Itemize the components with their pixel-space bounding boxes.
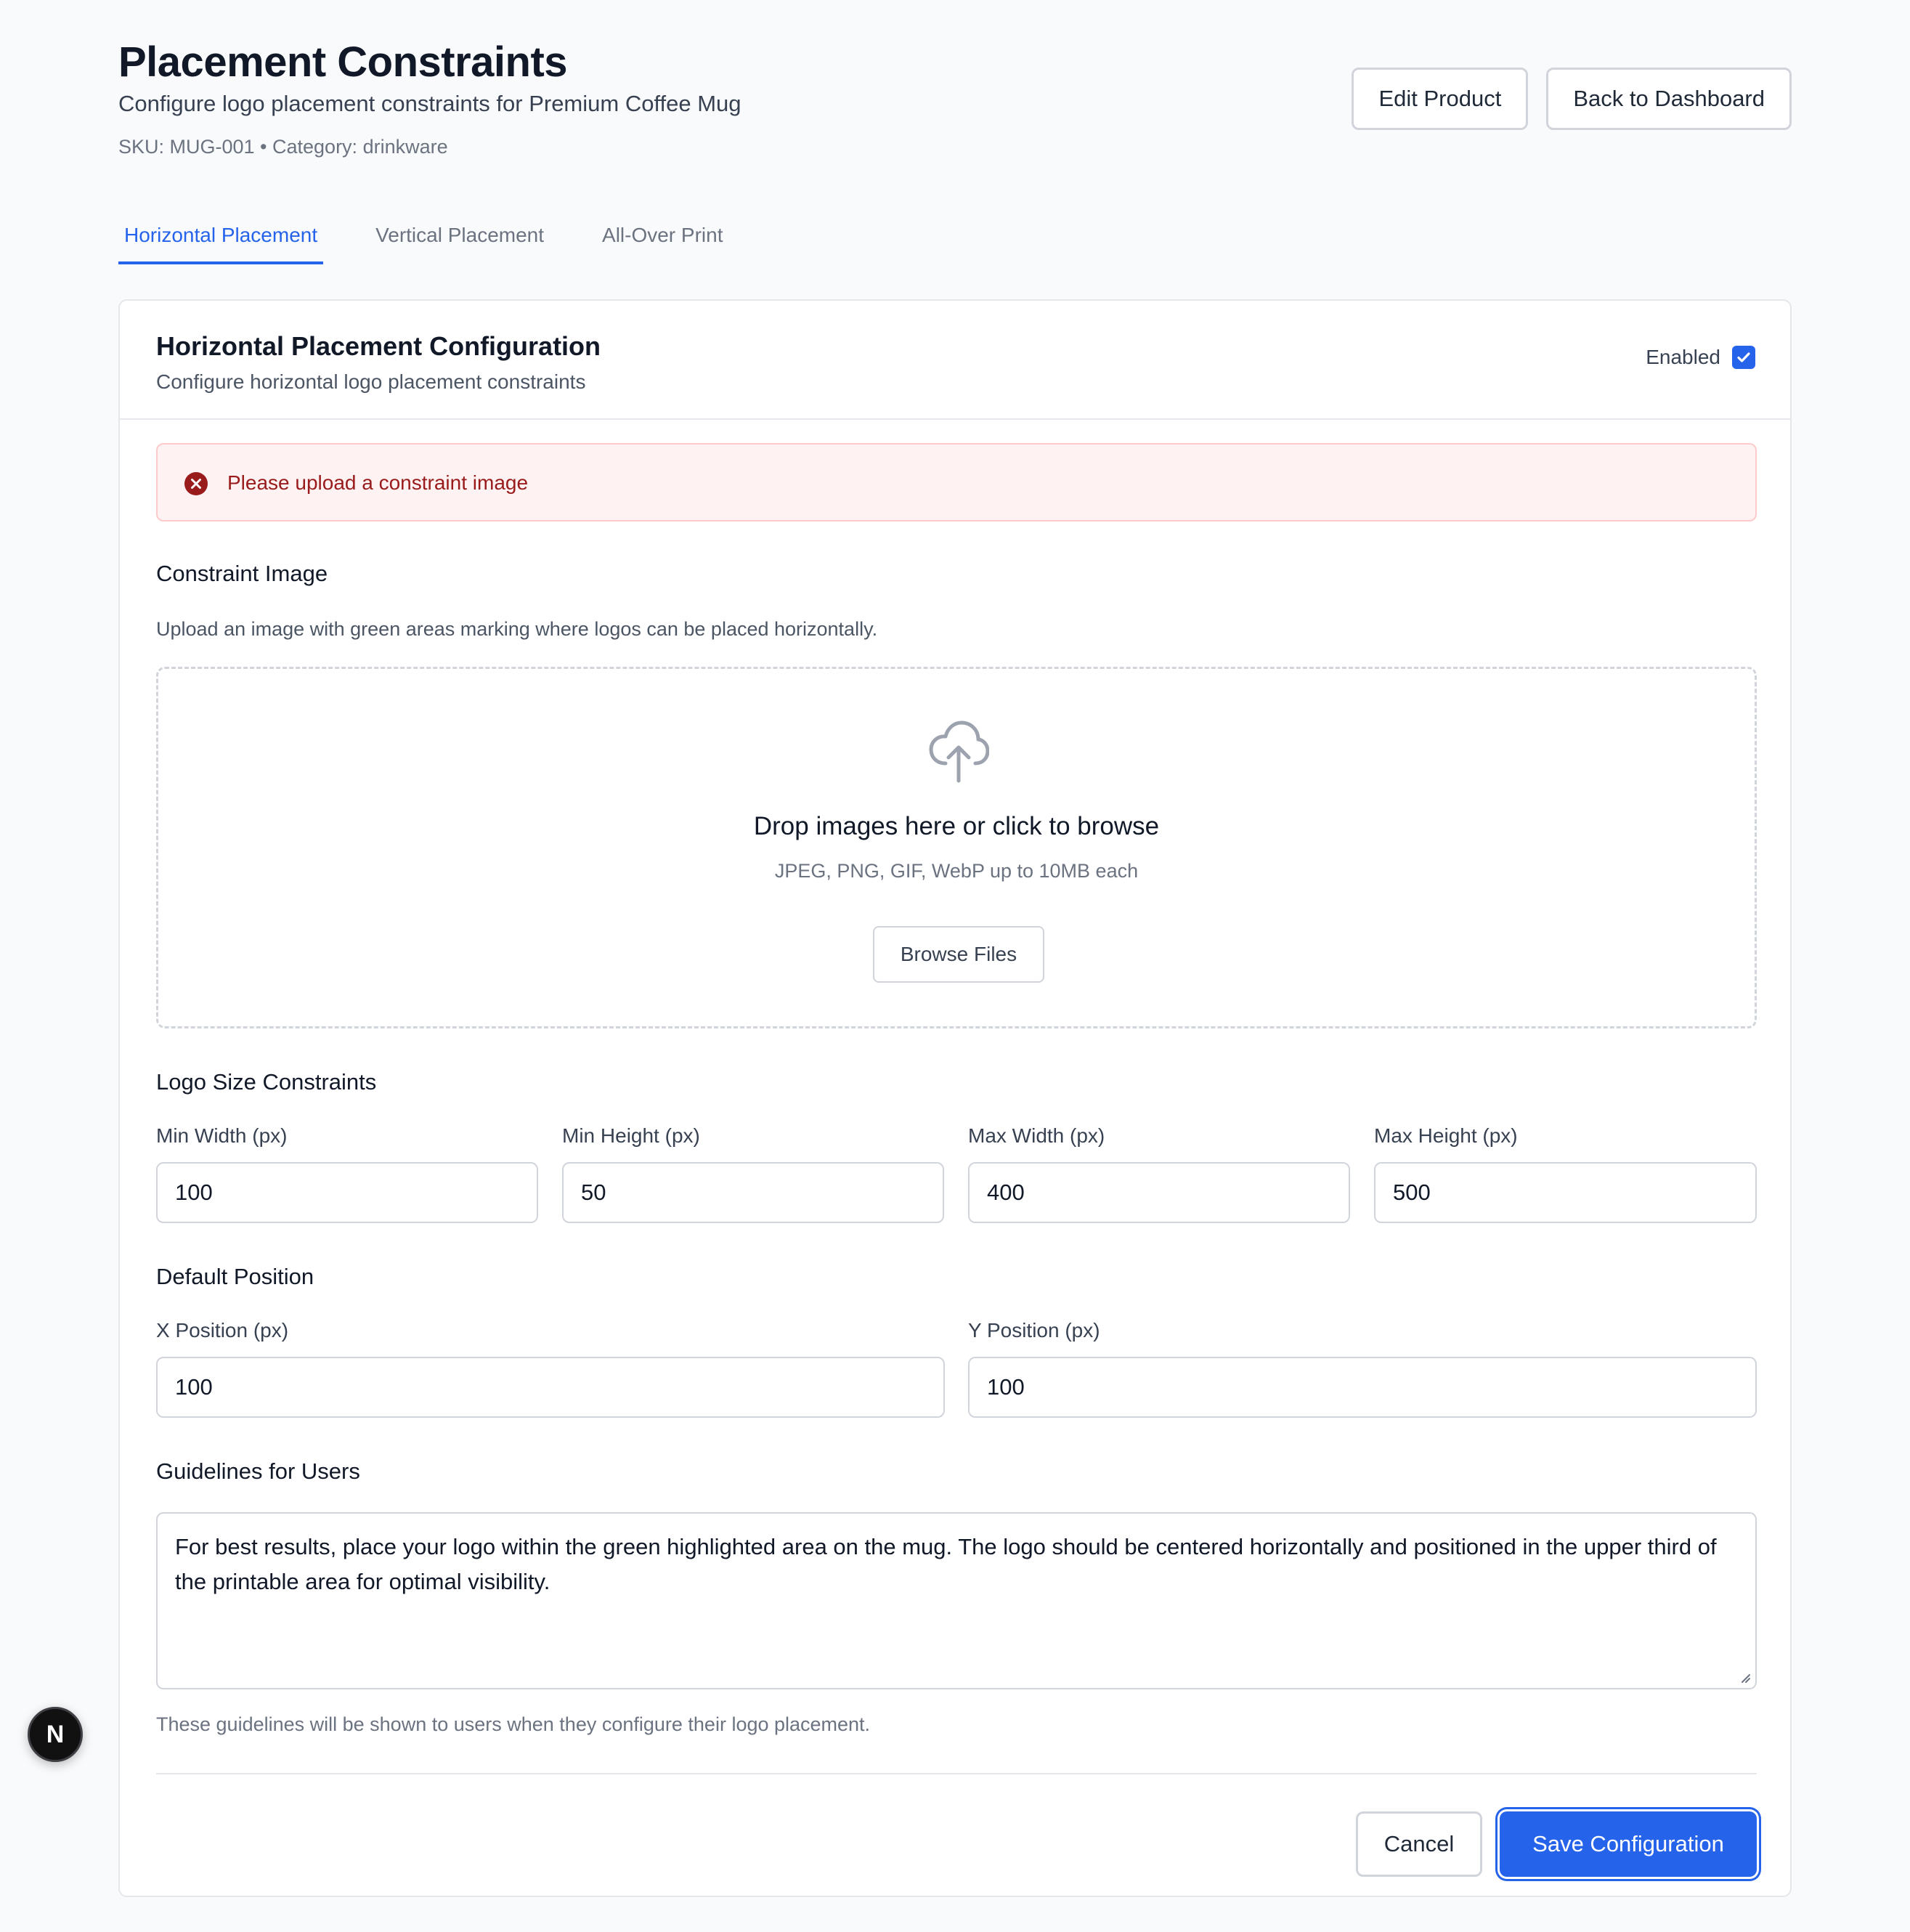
x-position-input[interactable]: 100	[156, 1357, 945, 1418]
guidelines-help: These guidelines will be shown to users …	[156, 1713, 871, 1735]
dropzone-file-types: JPEG, PNG, GIF, WebP up to 10MB each	[774, 860, 1139, 882]
card-title: Horizontal Placement Configuration	[156, 331, 601, 361]
constraint-image-help: Upload an image with green areas marking…	[156, 618, 878, 640]
error-message: Please upload a constraint image	[227, 471, 529, 494]
page-title: Placement Constraints	[118, 38, 568, 86]
page: Placement Constraints Configure logo pla…	[0, 0, 1910, 1932]
dropzone-title: Drop images here or click to browse	[753, 812, 1160, 840]
card-header: Horizontal Placement Configuration Confi…	[120, 301, 1790, 420]
browse-files-button[interactable]: Browse Files	[873, 926, 1044, 983]
max-height-label: Max Height (px)	[1374, 1124, 1518, 1147]
badge-letter: N	[46, 1720, 65, 1748]
page-header: Placement Constraints Configure logo pla…	[118, 33, 1792, 171]
min-width-input[interactable]: 100	[156, 1162, 538, 1223]
footer-divider	[156, 1773, 1757, 1774]
x-position-label: X Position (px)	[156, 1319, 289, 1342]
y-position-input[interactable]: 100	[968, 1357, 1757, 1418]
save-configuration-button[interactable]: Save Configuration	[1500, 1811, 1757, 1877]
y-position-label: Y Position (px)	[968, 1319, 1100, 1342]
resize-handle-icon[interactable]	[1738, 1671, 1751, 1684]
min-height-label: Min Height (px)	[562, 1124, 700, 1147]
max-width-label: Max Width (px)	[968, 1124, 1105, 1147]
guidelines-title: Guidelines for Users	[156, 1458, 360, 1484]
placement-tabs: Horizontal Placement Vertical Placement …	[118, 218, 775, 264]
min-width-label: Min Width (px)	[156, 1124, 288, 1147]
configuration-card: Horizontal Placement Configuration Confi…	[118, 299, 1792, 1897]
edit-product-button[interactable]: Edit Product	[1352, 68, 1529, 130]
cloud-upload-icon	[929, 721, 989, 783]
constraint-image-title: Constraint Image	[156, 561, 328, 586]
header-actions: Edit Product Back to Dashboard	[1352, 68, 1792, 130]
error-circle-icon	[184, 472, 208, 495]
enabled-checkbox[interactable]	[1732, 346, 1755, 369]
logo-size-title: Logo Size Constraints	[156, 1069, 377, 1095]
tab-vertical-placement[interactable]: Vertical Placement	[370, 218, 550, 264]
max-width-input[interactable]: 400	[968, 1162, 1350, 1223]
default-position-title: Default Position	[156, 1264, 314, 1289]
min-height-input[interactable]: 50	[562, 1162, 944, 1223]
nextjs-dev-badge[interactable]: N	[28, 1707, 83, 1762]
cancel-button[interactable]: Cancel	[1356, 1811, 1482, 1877]
product-meta: SKU: MUG-001 • Category: drinkware	[118, 136, 448, 158]
card-description: Configure horizontal logo placement cons…	[156, 370, 586, 393]
back-to-dashboard-button[interactable]: Back to Dashboard	[1546, 68, 1792, 130]
tab-horizontal-placement[interactable]: Horizontal Placement	[118, 218, 324, 264]
guidelines-textarea[interactable]: For best results, place your logo within…	[156, 1512, 1757, 1689]
image-dropzone[interactable]: Drop images here or click to browse JPEG…	[156, 667, 1757, 1028]
checkmark-icon	[1737, 352, 1750, 362]
enabled-toggle[interactable]: Enabled	[1646, 346, 1755, 369]
guidelines-text: For best results, place your logo within…	[175, 1534, 1717, 1594]
max-height-input[interactable]: 500	[1374, 1162, 1757, 1223]
error-alert: Please upload a constraint image	[156, 443, 1757, 521]
enabled-label: Enabled	[1646, 346, 1720, 368]
page-subtitle: Configure logo placement constraints for…	[118, 91, 741, 116]
tab-all-over-print[interactable]: All-Over Print	[596, 218, 728, 264]
